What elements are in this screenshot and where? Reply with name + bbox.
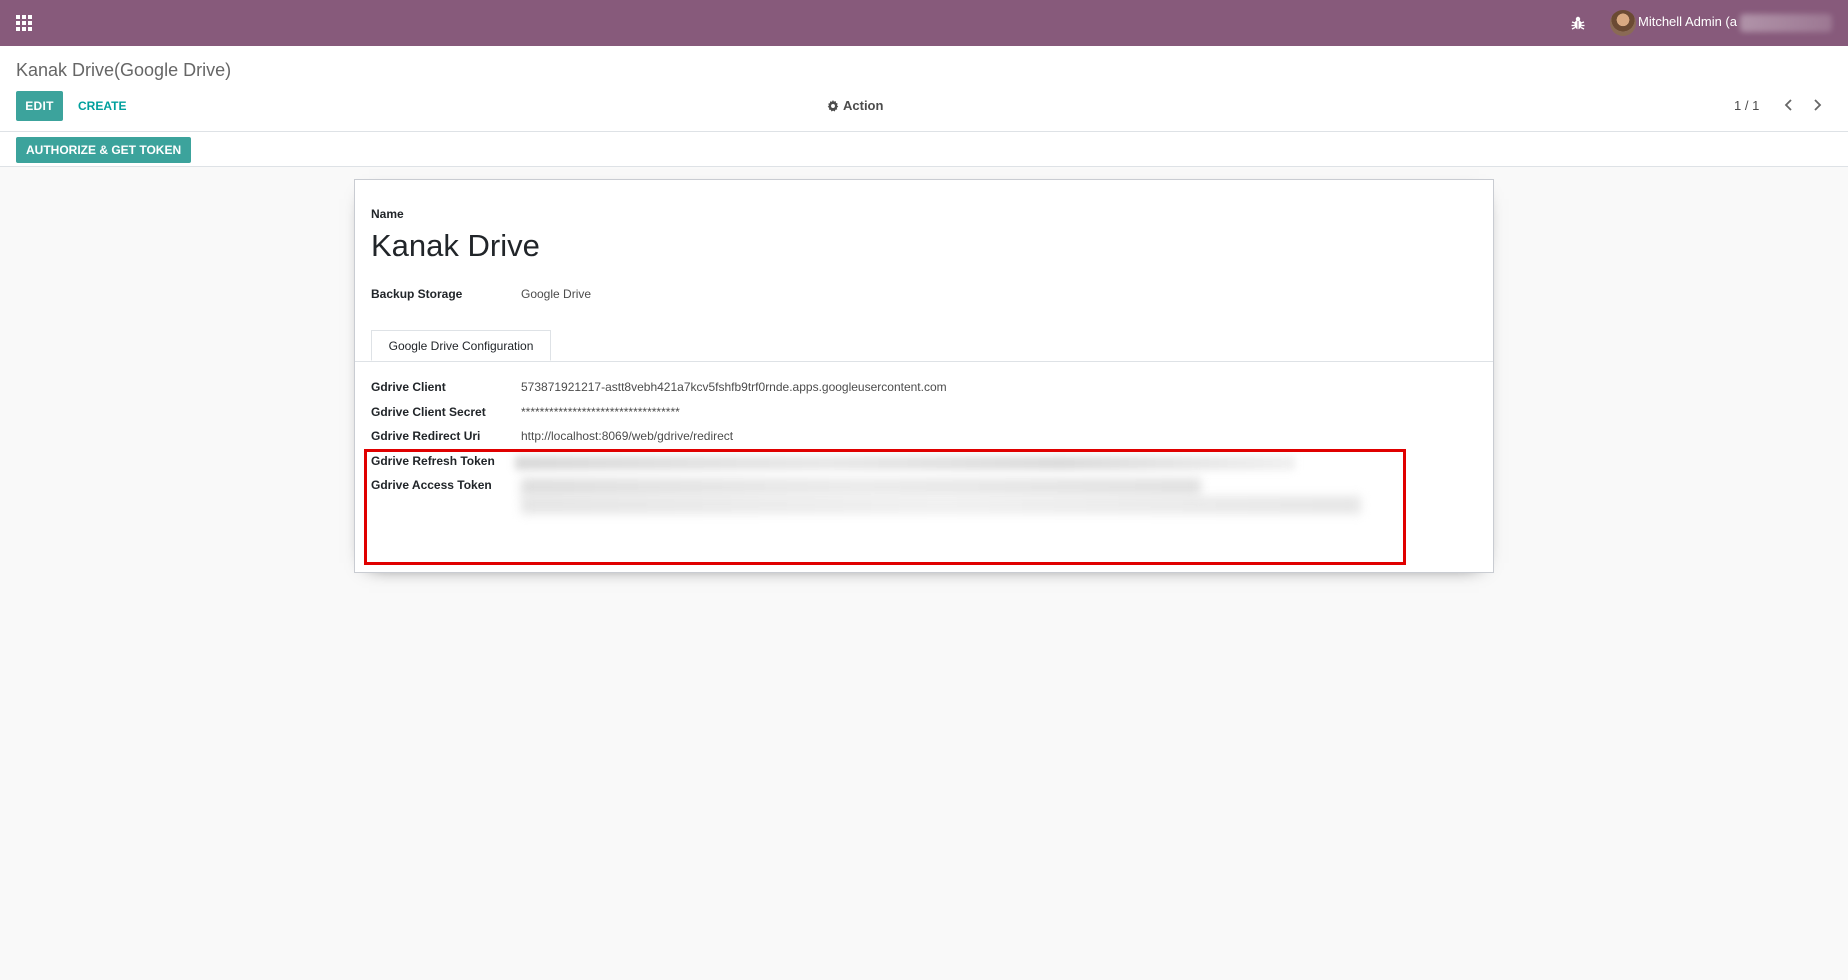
chevron-left-icon[interactable] <box>1780 95 1798 115</box>
tab-google-drive-configuration[interactable]: Google Drive Configuration <box>371 330 551 361</box>
tabs-divider <box>355 361 1493 362</box>
authorize-get-token-button[interactable]: AUTHORIZE & GET TOKEN <box>16 137 192 163</box>
highlight-annotation-box <box>364 449 1406 565</box>
name-value: Kanak Drive <box>371 228 540 263</box>
bug-icon[interactable] <box>1568 13 1588 33</box>
create-button[interactable]: CREATE <box>72 91 132 121</box>
edit-button[interactable]: EDIT <box>16 91 63 121</box>
action-dropdown[interactable]: Action <box>827 98 883 113</box>
top-navbar: Mitchell Admin (a <box>0 0 1848 46</box>
gdrive-redirect-uri-value: http://localhost:8069/web/gdrive/redirec… <box>521 429 734 443</box>
gdrive-client-value: 573871921217-astt8vebh421a7kcv5fshfb9trf… <box>521 380 947 394</box>
backup-storage-label: Backup Storage <box>371 287 463 301</box>
redacted-user-detail <box>1740 14 1832 32</box>
divider <box>0 131 1848 132</box>
user-menu-name[interactable]: Mitchell Admin (a <box>1638 14 1737 29</box>
chevron-right-icon[interactable] <box>1808 95 1826 115</box>
gdrive-redirect-uri-label: Gdrive Redirect Uri <box>371 429 481 443</box>
apps-grid-icon[interactable] <box>16 15 34 31</box>
gdrive-client-secret-label: Gdrive Client Secret <box>371 405 486 419</box>
tab-label: Google Drive Configuration <box>388 338 534 353</box>
gdrive-client-label: Gdrive Client <box>371 380 446 394</box>
name-label: Name <box>371 207 404 221</box>
action-label: Action <box>843 98 884 113</box>
breadcrumb: Kanak Drive(Google Drive) <box>16 60 232 80</box>
gdrive-client-secret-value: ********************************** <box>521 405 680 419</box>
avatar[interactable] <box>1610 10 1636 36</box>
gear-icon <box>827 99 839 111</box>
pager-value[interactable]: 1 / 1 <box>1734 98 1759 113</box>
backup-storage-value: Google Drive <box>521 287 592 301</box>
form-sheet: Name Kanak Drive Backup Storage Google D… <box>354 179 1494 573</box>
control-panel: Kanak Drive(Google Drive) EDIT CREATE Ac… <box>0 46 1848 167</box>
